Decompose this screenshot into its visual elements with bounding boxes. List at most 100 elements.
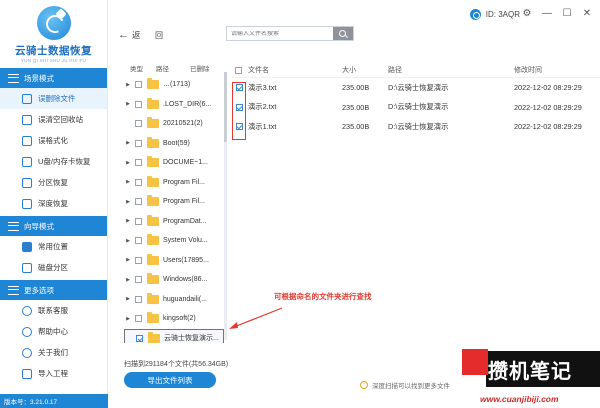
tree-row-checkbox[interactable] bbox=[135, 198, 142, 206]
logo-title: 云骑士数据恢复 bbox=[15, 45, 92, 57]
nav-item-common-locations[interactable]: 常用位置 bbox=[0, 236, 107, 257]
expand-arrow-icon[interactable]: ▶ bbox=[124, 257, 132, 263]
tree-row[interactable]: ▶ …(1713) bbox=[124, 75, 226, 95]
tree-row[interactable]: ▶ kingsoft(2) bbox=[124, 309, 226, 329]
tree-row[interactable]: 云骑士恢复演示... bbox=[124, 328, 224, 343]
export-list-button[interactable]: 导出文件列表 bbox=[124, 372, 216, 388]
scene-mode-icon bbox=[8, 73, 19, 83]
nav-item-help[interactable]: 帮助中心 bbox=[0, 321, 107, 342]
nav-item-label: 帮助中心 bbox=[38, 327, 68, 336]
expand-arrow-icon[interactable]: ▶ bbox=[124, 82, 132, 88]
nav-item-partition[interactable]: 分区恢复 bbox=[0, 172, 107, 193]
tree-row-checkbox[interactable] bbox=[135, 276, 142, 284]
expand-arrow-icon[interactable]: ▶ bbox=[124, 179, 132, 185]
tree-row[interactable]: ▶ huguandaili(... bbox=[124, 290, 226, 310]
nav-item-about[interactable]: 关于我们 bbox=[0, 342, 107, 363]
tree-row-checkbox[interactable] bbox=[135, 100, 142, 108]
tree-row-checkbox[interactable] bbox=[135, 120, 142, 128]
folder-icon bbox=[147, 292, 159, 304]
help-icon bbox=[22, 326, 32, 337]
forward-button[interactable]: 回 bbox=[155, 30, 163, 41]
header: ← 返 回 ID: 3AQR ⚙ — ☐ ✕ bbox=[108, 0, 600, 56]
settings-icon[interactable]: ⚙ bbox=[522, 8, 532, 19]
file-path: D:\云骑士恢复演示 bbox=[388, 102, 449, 112]
tree-row-checkbox[interactable] bbox=[135, 295, 142, 303]
watermark-accent bbox=[462, 349, 488, 375]
folder-icon bbox=[147, 117, 159, 129]
nav-item-usb-card[interactable]: U盘/内存卡恢复 bbox=[0, 151, 107, 172]
col-filename[interactable]: 文件名 bbox=[246, 65, 342, 75]
tree-row-checkbox[interactable] bbox=[135, 256, 142, 264]
back-arrow-icon: ← bbox=[118, 29, 129, 41]
search-input[interactable] bbox=[227, 30, 333, 37]
tree-row[interactable]: ▶ Users(17895... bbox=[124, 251, 226, 271]
window-controls: ⚙ — ☐ ✕ bbox=[522, 8, 592, 19]
tree-row-checkbox[interactable] bbox=[135, 237, 142, 245]
file-row[interactable]: 演示3.txt 235.00B D:\云骑士恢复演示 2022-12-02 08:29… bbox=[232, 78, 600, 98]
tree-row[interactable]: ▶ System Volu... bbox=[124, 231, 226, 251]
close-button[interactable]: ✕ bbox=[582, 8, 592, 19]
nav-item-disk-partitions[interactable]: 磁盘分区 bbox=[0, 257, 107, 278]
tree-row-checkbox[interactable] bbox=[135, 81, 142, 89]
nav-item-contact[interactable]: 联系客服 bbox=[0, 300, 107, 321]
tree-row[interactable]: ▶ Program Fil... bbox=[124, 173, 226, 193]
file-path: D:\云骑士恢复演示 bbox=[388, 121, 449, 131]
logo-subtitle: YUN QI SHI SHU JU HUI FU bbox=[20, 58, 87, 63]
folder-icon bbox=[147, 234, 159, 246]
expand-arrow-icon[interactable]: ▶ bbox=[124, 160, 132, 166]
tree-col-deleted[interactable]: 已删除 bbox=[190, 63, 220, 75]
maximize-button[interactable]: ☐ bbox=[562, 8, 572, 19]
minimize-button[interactable]: — bbox=[542, 8, 552, 19]
tree-row[interactable]: ▶ Program Fil... bbox=[124, 192, 226, 212]
col-path[interactable]: 路径 bbox=[388, 65, 514, 75]
nav-item-deleted-files[interactable]: 误删除文件 bbox=[0, 88, 107, 109]
tree-col-path[interactable]: 路径 bbox=[156, 63, 190, 75]
col-size[interactable]: 大小 bbox=[342, 65, 388, 75]
nav-item-recycle-bin[interactable]: 误清空回收站 bbox=[0, 109, 107, 130]
expand-arrow-icon[interactable]: ▶ bbox=[124, 199, 132, 205]
tree-row[interactable]: 20210521(2) bbox=[124, 114, 226, 134]
tree-row[interactable]: ▶ Windows(86... bbox=[124, 270, 226, 290]
expand-arrow-icon[interactable]: ▶ bbox=[124, 238, 132, 244]
expand-arrow-icon[interactable]: ▶ bbox=[124, 277, 132, 283]
file-row[interactable]: 演示2.txt 235.00B D:\云骑士恢复演示 2022-12-02 08:29… bbox=[232, 98, 600, 118]
search-icon[interactable] bbox=[333, 27, 353, 40]
deep-scan-tip: ! 深度扫描可以找到更多文件 bbox=[360, 380, 450, 390]
expand-arrow-icon[interactable]: ▶ bbox=[124, 296, 132, 302]
nav-item-deep[interactable]: 深度恢复 bbox=[0, 193, 107, 214]
tree-row[interactable]: ▶ ProgramDat... bbox=[124, 212, 226, 232]
back-button[interactable]: ← 返 bbox=[118, 29, 141, 41]
file-size: 235.00B bbox=[342, 83, 370, 93]
tree-row[interactable]: ▶ Boot(59) bbox=[124, 134, 226, 154]
tree-row-checkbox[interactable] bbox=[135, 159, 142, 167]
wizard-mode-icon bbox=[8, 221, 19, 231]
watermark-text: 攒机笔记 bbox=[488, 359, 572, 383]
partition-icon bbox=[22, 177, 32, 188]
file-name: 演示1.txt bbox=[248, 121, 277, 131]
tree-scrollbar-thumb[interactable] bbox=[224, 72, 227, 142]
select-all-checkbox[interactable] bbox=[234, 66, 242, 74]
tree-row-checkbox[interactable] bbox=[135, 217, 142, 225]
section-more-options: 更多选项 bbox=[0, 280, 107, 300]
col-modified[interactable]: 修改时间 bbox=[514, 65, 596, 75]
nav-item-label: 深度恢复 bbox=[38, 199, 68, 208]
nav-item-label: 误清空回收站 bbox=[38, 115, 83, 124]
usb-icon bbox=[22, 156, 32, 167]
tree-col-type[interactable]: 类型 bbox=[124, 63, 156, 75]
nav-item-format[interactable]: 误格式化 bbox=[0, 130, 107, 151]
tree-row-checkbox[interactable] bbox=[135, 178, 142, 186]
nav-item-import[interactable]: 导入工程 bbox=[0, 363, 107, 384]
expand-arrow-icon[interactable]: ▶ bbox=[124, 218, 132, 224]
import-icon bbox=[22, 368, 32, 379]
tree-row-checkbox[interactable] bbox=[136, 334, 143, 342]
expand-arrow-icon[interactable]: ▶ bbox=[124, 140, 132, 146]
tree-row[interactable]: ▶ .LOST_DIR(6... bbox=[124, 95, 226, 115]
tree-row-checkbox[interactable] bbox=[135, 139, 142, 147]
nav-item-label: 联系客服 bbox=[38, 306, 68, 315]
tree-row-checkbox[interactable] bbox=[135, 315, 142, 323]
expand-arrow-icon[interactable]: ▶ bbox=[124, 101, 132, 107]
tree-row[interactable]: ▶ DOCUME~1... bbox=[124, 153, 226, 173]
file-row[interactable]: 演示1.txt 235.00B D:\云骑士恢复演示 2022-12-02 08:29… bbox=[232, 117, 600, 137]
logo-icon bbox=[36, 6, 71, 40]
expand-arrow-icon[interactable]: ▶ bbox=[124, 316, 132, 322]
